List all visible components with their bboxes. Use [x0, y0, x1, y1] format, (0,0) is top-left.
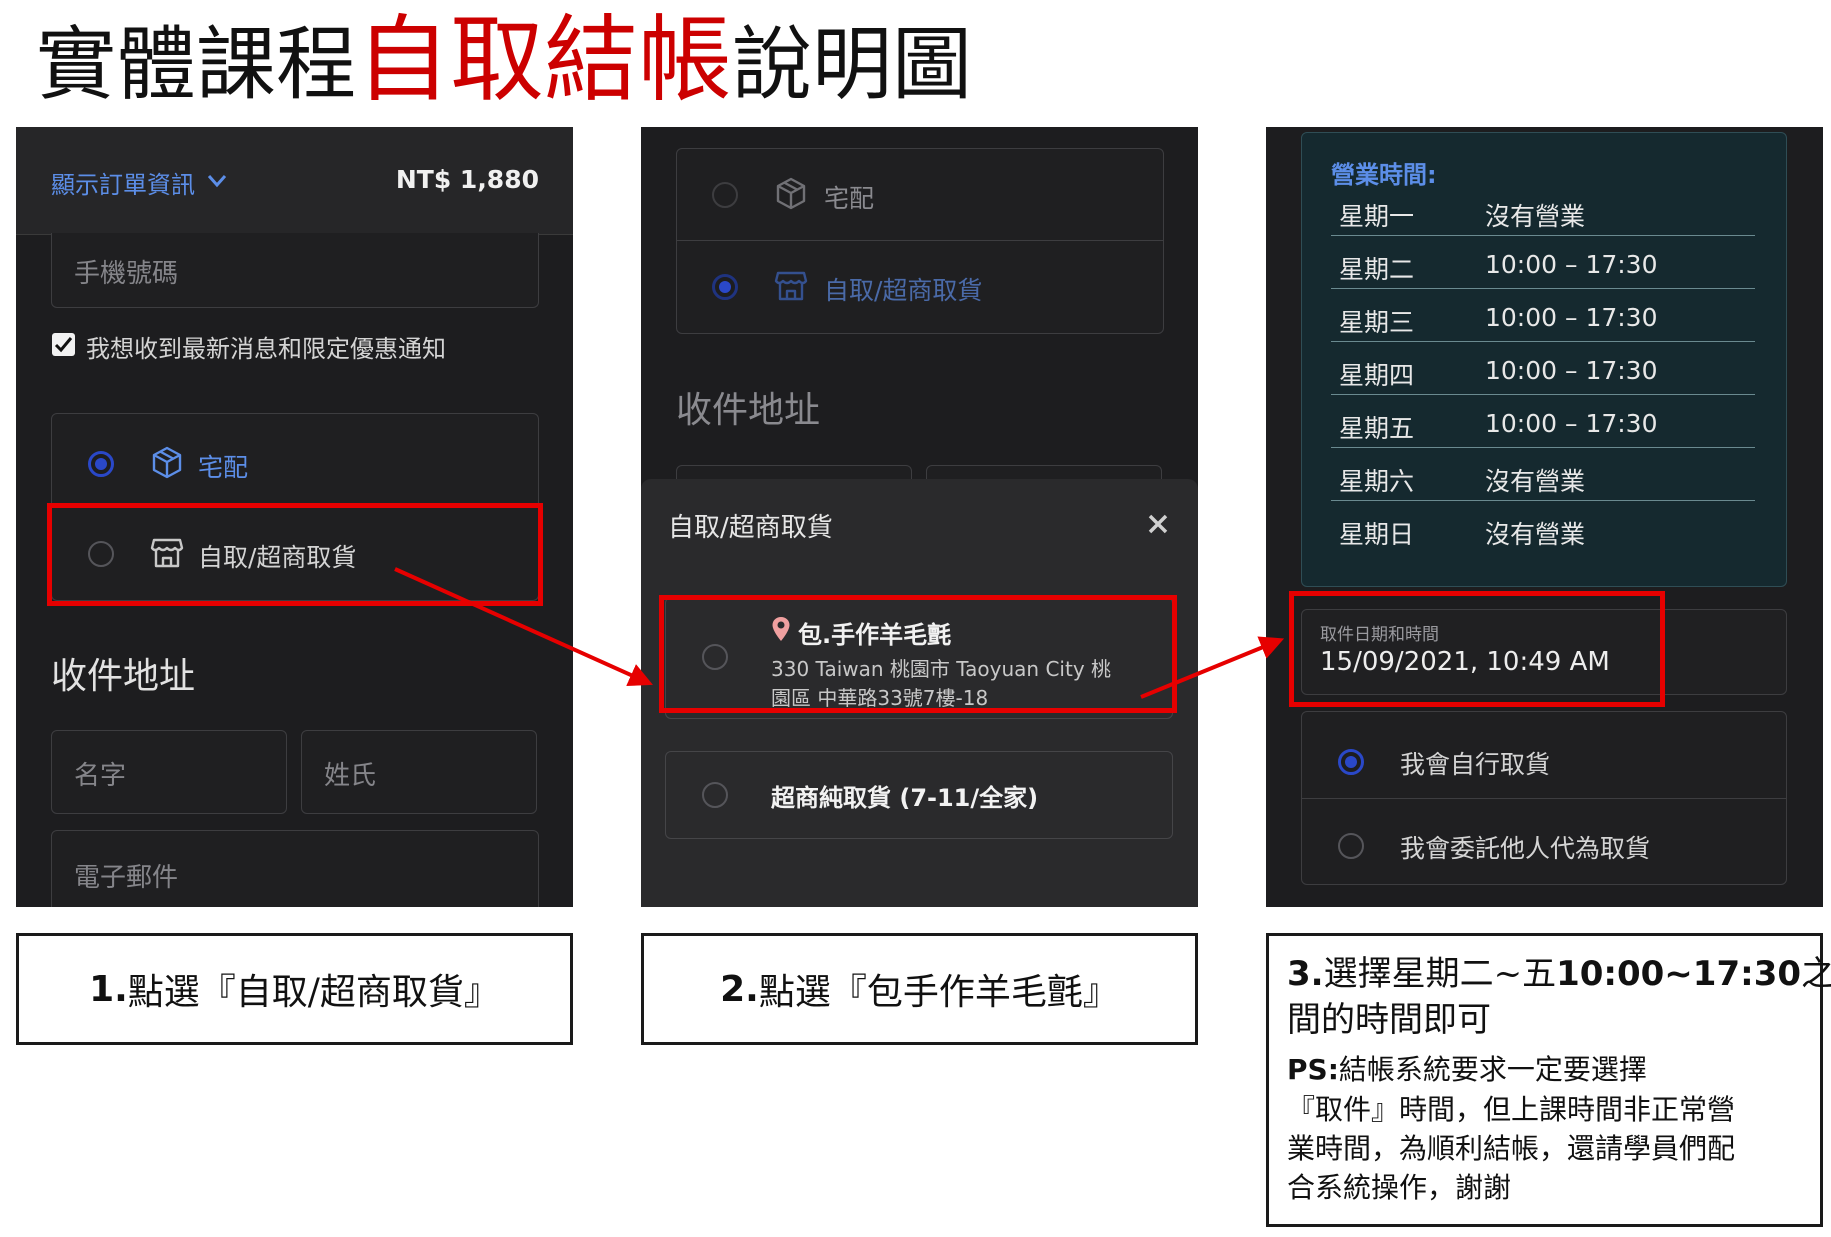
caption-step2: 2. 點選『包手作羊毛氈』	[641, 933, 1198, 1045]
step3-text-b: 之	[1801, 954, 1831, 994]
step3-text-a: 選擇星期二~五	[1323, 954, 1557, 994]
ps-text-1: 結帳系統要求一定要選擇	[1338, 1053, 1647, 1086]
ps-line4: 合系統操作，謝謝	[1287, 1171, 1512, 1204]
step3-time: 10:00~17:30	[1556, 954, 1802, 994]
step2-number: 2.	[720, 968, 759, 1010]
step1-number: 1.	[89, 968, 128, 1010]
caption-step3: 3.選擇星期二~五10:00~17:30之 間的時間即可 PS:結帳系統要求一定…	[1266, 933, 1831, 1227]
ps-line1: PS:結帳系統要求一定要選擇	[1287, 1051, 1647, 1089]
step3-number: 3.	[1287, 954, 1324, 994]
step3-line1: 3.選擇星期二~五10:00~17:30之	[1287, 952, 1831, 996]
ps-line3: 業時間，為順利結帳，還請學員們配	[1287, 1132, 1736, 1165]
step3-line2: 間的時間即可	[1287, 1000, 1491, 1040]
arrow-step1-to-step2	[394, 567, 653, 687]
step1-text: 點選『自取/超商取貨』	[127, 972, 500, 1013]
caption-step1: 1. 點選『自取/超商取貨』	[16, 933, 573, 1045]
ps-label: PS:	[1287, 1053, 1339, 1086]
step2-text: 點選『包手作羊毛氈』	[758, 972, 1119, 1013]
ps-line2: 『取件』時間，但上課時間非正常營	[1287, 1093, 1736, 1126]
arrow-step2-to-step3	[1140, 636, 1285, 699]
